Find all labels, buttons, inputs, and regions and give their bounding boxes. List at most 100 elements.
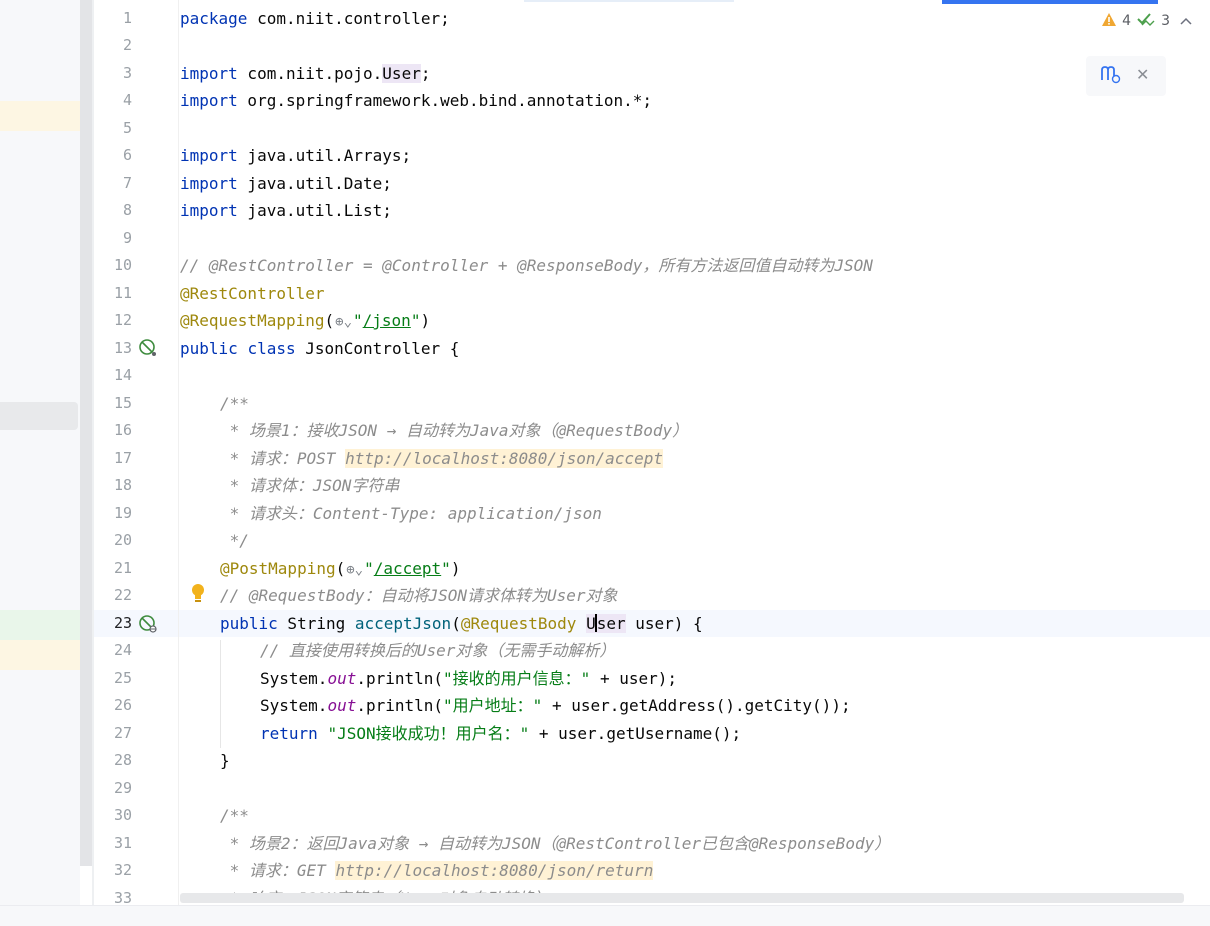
double-check-icon xyxy=(1137,12,1155,30)
code-line-26[interactable]: System.out.println("用户地址：" + user.getAdd… xyxy=(260,692,851,719)
code-line-24[interactable]: // 直接使用转换后的User对象（无需手动解析） xyxy=(260,637,615,664)
line-number: 11 xyxy=(113,284,132,302)
gutter-divider xyxy=(178,0,179,905)
code-line-30[interactable]: /** xyxy=(220,802,249,829)
static-field: out xyxy=(327,696,357,715)
lightbulb-icon[interactable] xyxy=(190,582,206,608)
code-text: ) xyxy=(420,311,431,330)
code-line-23[interactable]: public String acceptJson(@RequestBody Us… xyxy=(220,610,703,637)
side-highlight-changed xyxy=(0,640,92,670)
code-text: com.niit.controller; xyxy=(247,9,450,28)
code-string: " xyxy=(441,559,451,578)
spring-bean-icon[interactable] xyxy=(138,338,158,362)
code-line-28[interactable]: } xyxy=(220,747,230,774)
code-annotation: @RequestBody xyxy=(460,614,577,633)
code-line-27[interactable]: return "JSON接收成功！用户名：" + user.getUsernam… xyxy=(260,720,741,747)
tab-highlight xyxy=(524,0,734,2)
code-line-20[interactable]: */ xyxy=(220,527,249,554)
usage-highlight: User xyxy=(586,614,626,633)
url-link[interactable]: http://localhost:8080/json/return xyxy=(335,861,654,880)
code-string: "接收的用户信息：" xyxy=(443,669,591,688)
code-text: System. xyxy=(260,696,328,715)
code-comment: * 请求：POST xyxy=(220,449,346,468)
line-number: 15 xyxy=(113,394,132,412)
code-line-13[interactable]: public class JsonController { xyxy=(180,335,459,362)
chevron-up-icon[interactable] xyxy=(1180,13,1192,29)
code-line-21[interactable]: @PostMapping(⊕⌄"/accept") xyxy=(220,555,460,582)
code-line-10[interactable]: // @RestController = @Controller + @Resp… xyxy=(180,252,873,279)
code-string: " xyxy=(410,311,421,330)
code-string: "JSON接收成功！用户名：" xyxy=(327,724,530,743)
line-number: 29 xyxy=(113,779,132,797)
horizontal-scrollbar[interactable] xyxy=(180,893,1184,903)
code-line-4[interactable]: import org.springframework.web.bind.anno… xyxy=(180,87,652,114)
code-line-31[interactable]: * 场景2：返回Java对象 → 自动转为JSON（@RestControlle… xyxy=(220,830,891,857)
close-icon[interactable]: ✕ xyxy=(1136,65,1149,84)
code-keyword: import xyxy=(180,91,238,110)
code-line-16[interactable]: * 场景1：接收JSON → 自动转为Java对象（@RequestBody） xyxy=(220,417,688,444)
line-number: 18 xyxy=(113,476,132,494)
line-number: 19 xyxy=(113,504,132,522)
code-line-17[interactable]: * 请求：POST http://localhost:8080/json/acc… xyxy=(220,445,663,472)
line-number: 27 xyxy=(113,724,132,742)
line-number: 17 xyxy=(113,449,132,467)
code-text: System. xyxy=(260,669,328,688)
code-text: ( xyxy=(335,559,346,578)
line-number: 4 xyxy=(122,91,132,109)
ai-assistant-icon[interactable] xyxy=(1100,64,1122,89)
line-number: 13 xyxy=(113,339,132,357)
line-number: 22 xyxy=(113,586,132,604)
code-text: .println( xyxy=(356,696,444,715)
code-line-19[interactable]: * 请求头：Content-Type: application/json xyxy=(220,500,602,527)
code-keyword: package xyxy=(180,9,248,28)
inspection-widget[interactable]: 4 3 xyxy=(1102,12,1192,30)
line-number: 5 xyxy=(122,119,132,137)
code-line-33[interactable]: * 响应：JSON字符串（User对象自动转换） xyxy=(220,885,550,893)
code-text: ; xyxy=(420,64,431,83)
code-keyword: import xyxy=(180,64,238,83)
line-number: 7 xyxy=(122,174,132,192)
static-field: out xyxy=(327,669,357,688)
code-line-22[interactable]: // @RequestBody：自动将JSON请求体转为User对象 xyxy=(220,582,618,609)
code-line-11[interactable]: @RestController xyxy=(180,280,325,307)
bottom-bar xyxy=(0,905,1210,926)
code-text: + user.getAddress().getCity()); xyxy=(542,696,851,715)
code-keyword: import xyxy=(180,174,238,193)
code-line-32[interactable]: * 请求：GET http://localhost:8080/json/retu… xyxy=(220,857,654,884)
code-text: JsonController { xyxy=(295,339,460,358)
code-line-12[interactable]: @RequestMapping(⊕⌄"/json") xyxy=(180,307,430,334)
code-line-18[interactable]: * 请求体：JSON字符串 xyxy=(220,472,400,499)
line-number: 6 xyxy=(122,146,132,164)
code-comment: * 请求：GET xyxy=(220,861,336,880)
code-line-15[interactable]: /** xyxy=(220,390,249,417)
code-line-3[interactable]: import com.niit.pojo.User; xyxy=(180,60,430,87)
code-text: + user.getUsername(); xyxy=(529,724,742,743)
code-line-8[interactable]: import java.util.List; xyxy=(180,197,392,224)
code-line-1[interactable]: package com.niit.controller; xyxy=(180,5,450,32)
code-text: user) { xyxy=(625,614,703,633)
code-text: + user); xyxy=(590,669,678,688)
code-line-7[interactable]: import java.util.Date; xyxy=(180,170,392,197)
line-number: 26 xyxy=(113,696,132,714)
code-text: ) xyxy=(450,559,461,578)
web-endpoint-icon[interactable] xyxy=(138,614,158,638)
side-highlight-added xyxy=(0,610,92,640)
code-annotation: @PostMapping xyxy=(220,559,336,578)
url-link[interactable]: /accept xyxy=(374,559,441,578)
code-string: " xyxy=(353,311,363,330)
code-line-6[interactable]: import java.util.Arrays; xyxy=(180,142,411,169)
line-number: 21 xyxy=(113,559,132,577)
line-number: 32 xyxy=(113,861,132,879)
url-link[interactable]: http://localhost:8080/json/accept xyxy=(345,449,663,468)
code-keyword: public xyxy=(220,614,278,633)
code-text: .println( xyxy=(356,669,444,688)
code-line-25[interactable]: System.out.println("接收的用户信息：" + user); xyxy=(260,665,677,692)
url-link[interactable]: /json xyxy=(363,311,411,330)
indent-guide xyxy=(220,640,221,748)
line-number: 2 xyxy=(122,36,132,54)
globe-icon[interactable]: ⊕⌄ xyxy=(346,557,363,584)
side-scrollbar[interactable] xyxy=(80,0,92,866)
globe-icon[interactable]: ⊕⌄ xyxy=(335,309,352,336)
